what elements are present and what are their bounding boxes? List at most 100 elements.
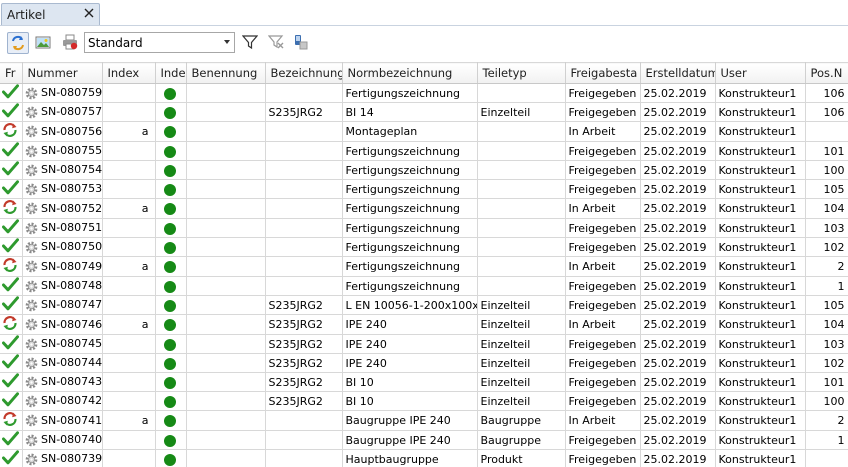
nummer-cell: SN-080744 bbox=[22, 353, 103, 373]
benennung-cell bbox=[186, 102, 266, 122]
table-row[interactable]: SN-080740 Baugruppe IPE 240 Baugruppe Fr… bbox=[0, 430, 848, 450]
nummer-text: SN-080747 bbox=[41, 298, 102, 312]
tab-artikel[interactable]: Artikel bbox=[1, 3, 100, 25]
index-status-cell bbox=[155, 372, 187, 392]
normbezeichnung-cell: Fertigungszeichnung bbox=[342, 83, 478, 103]
col-header-teiletyp[interactable]: Teiletyp bbox=[477, 62, 566, 84]
view-select[interactable]: Standard bbox=[84, 32, 235, 53]
gear-icon bbox=[25, 395, 37, 408]
check-icon bbox=[2, 354, 19, 369]
index-status-cell bbox=[155, 179, 187, 199]
table-row[interactable]: SN-080757 S235JRG2 BI 14 Einzelteil Frei… bbox=[0, 102, 848, 122]
col-header-normbezeichnung[interactable]: Normbezeichnung bbox=[342, 62, 478, 84]
index-status-cell bbox=[155, 430, 187, 450]
table-row[interactable]: SN-080753 Fertigungszeichnung Freigegebe… bbox=[0, 179, 848, 199]
nummer-text: SN-080754 bbox=[41, 163, 102, 177]
table-row[interactable]: SN-080747 S235JRG2 L EN 10056-1-200x100x… bbox=[0, 295, 848, 315]
status-cell bbox=[0, 198, 23, 219]
status-cell bbox=[0, 334, 23, 354]
status-cell bbox=[0, 179, 23, 199]
print-button[interactable] bbox=[60, 32, 82, 54]
teiletyp-cell: Einzelteil bbox=[477, 102, 566, 122]
table-row[interactable]: SN-080741 a Baugruppe IPE 240 Baugruppe … bbox=[0, 410, 848, 431]
clear-filter-button[interactable] bbox=[266, 32, 288, 54]
freigabestatus-cell: Freigegeben bbox=[565, 430, 641, 450]
col-header-fr[interactable]: Fr bbox=[0, 62, 23, 84]
table-row[interactable]: SN-080759 Fertigungszeichnung Freigegebe… bbox=[0, 83, 848, 103]
teiletyp-cell bbox=[477, 141, 566, 161]
posnr-cell: 105 bbox=[805, 179, 848, 199]
bezeichnung-cell: S235JRG2 bbox=[265, 314, 343, 335]
check-icon bbox=[2, 277, 19, 292]
index-cell bbox=[102, 353, 156, 373]
table-row[interactable]: SN-080746 a S235JRG2 IPE 240 Einzelteil … bbox=[0, 314, 848, 335]
normbezeichnung-cell: BI 10 bbox=[342, 372, 478, 392]
status-cell bbox=[0, 141, 23, 161]
col-header-posnr[interactable]: Pos.N bbox=[805, 62, 848, 84]
refresh-button[interactable] bbox=[7, 32, 29, 54]
table-row[interactable]: SN-080751 Fertigungszeichnung Freigegebe… bbox=[0, 218, 848, 238]
col-header-user[interactable]: User bbox=[715, 62, 806, 84]
table-row[interactable]: SN-080750 Fertigungszeichnung Freigegebe… bbox=[0, 237, 848, 257]
nummer-cell: SN-080757 bbox=[22, 102, 103, 122]
chevron-down-icon[interactable] bbox=[224, 40, 230, 44]
filter-button[interactable] bbox=[240, 32, 262, 54]
table-row[interactable]: SN-080743 S235JRG2 BI 10 Einzelteil Frei… bbox=[0, 372, 848, 392]
bezeichnung-cell: S235JRG2 bbox=[265, 372, 343, 392]
col-header-benennung[interactable]: Benennung bbox=[186, 62, 266, 84]
normbezeichnung-cell: Baugruppe IPE 240 bbox=[342, 410, 478, 431]
table-row[interactable]: SN-080739 Hauptbaugruppe Produkt Freigeg… bbox=[0, 449, 848, 467]
freigabestatus-cell: Freigegeben bbox=[565, 391, 641, 411]
close-icon[interactable] bbox=[83, 7, 95, 19]
col-header-index[interactable]: Index bbox=[102, 62, 156, 84]
table-row[interactable]: SN-080748 Fertigungszeichnung Freigegebe… bbox=[0, 276, 848, 296]
col-header-freigabestatus[interactable]: Freigabesta bbox=[565, 62, 641, 84]
nummer-text: SN-080750 bbox=[41, 240, 102, 254]
green-dot-icon bbox=[163, 203, 176, 215]
user-cell: Konstrukteur1 bbox=[715, 449, 806, 467]
status-cell bbox=[0, 430, 23, 450]
erstelldatum-cell: 25.02.2019 bbox=[640, 102, 716, 122]
green-dot-icon bbox=[163, 241, 176, 254]
filter-icon bbox=[242, 35, 258, 50]
nummer-cell: SN-080743 bbox=[22, 372, 103, 392]
col-header-bezeichnung[interactable]: Bezeichnung bbox=[265, 62, 343, 84]
table-row[interactable]: SN-080744 S235JRG2 IPE 240 Einzelteil Fr… bbox=[0, 353, 848, 373]
table-row[interactable]: SN-080756 a Montageplan In Arbeit 25.02.… bbox=[0, 121, 848, 142]
erstelldatum-cell: 25.02.2019 bbox=[640, 160, 716, 180]
index-cell bbox=[102, 102, 156, 122]
normbezeichnung-cell: BI 10 bbox=[342, 391, 478, 411]
col-header-nummer[interactable]: Nummer bbox=[22, 62, 103, 84]
table-row[interactable]: SN-080749 a Fertigungszeichnung In Arbei… bbox=[0, 256, 848, 277]
user-cell: Konstrukteur1 bbox=[715, 314, 806, 335]
erstelldatum-cell: 25.02.2019 bbox=[640, 198, 716, 219]
nummer-text: SN-080749 bbox=[41, 259, 102, 273]
green-dot-icon bbox=[163, 319, 176, 331]
artikel-table: Fr Nummer Index Inde Benennung Bezeichnu… bbox=[0, 62, 848, 467]
table-row[interactable]: SN-080742 S235JRG2 BI 10 Einzelteil Frei… bbox=[0, 391, 848, 411]
index-status-cell bbox=[155, 391, 187, 411]
user-cell: Konstrukteur1 bbox=[715, 353, 806, 373]
status-cell bbox=[0, 83, 23, 103]
nummer-text: SN-080746 bbox=[41, 317, 102, 331]
benennung-cell bbox=[186, 179, 266, 199]
bezeichnung-cell bbox=[265, 430, 343, 450]
table-row[interactable]: SN-080745 S235JRG2 IPE 240 Einzelteil Fr… bbox=[0, 334, 848, 354]
nummer-cell: SN-080749 bbox=[22, 256, 103, 277]
index-cell: a bbox=[102, 198, 156, 219]
erstelldatum-cell: 25.02.2019 bbox=[640, 179, 716, 199]
bezeichnung-cell bbox=[265, 121, 343, 142]
erstelldatum-cell: 25.02.2019 bbox=[640, 430, 716, 450]
device-button[interactable] bbox=[290, 32, 312, 54]
table-row[interactable]: SN-080752 a Fertigungszeichnung In Arbei… bbox=[0, 198, 848, 219]
image-view-button[interactable] bbox=[33, 32, 55, 54]
user-cell: Konstrukteur1 bbox=[715, 102, 806, 122]
col-header-erstelldatum[interactable]: Erstelldatum bbox=[640, 62, 716, 84]
index-status-cell bbox=[155, 121, 187, 142]
table-row[interactable]: SN-080755 Fertigungszeichnung Freigegebe… bbox=[0, 141, 848, 161]
freigabestatus-cell: Freigegeben bbox=[565, 179, 641, 199]
erstelldatum-cell: 25.02.2019 bbox=[640, 121, 716, 142]
nummer-text: SN-080742 bbox=[41, 394, 102, 408]
col-header-index-status[interactable]: Inde bbox=[155, 62, 187, 84]
table-row[interactable]: SN-080754 Fertigungszeichnung Freigegebe… bbox=[0, 160, 848, 180]
